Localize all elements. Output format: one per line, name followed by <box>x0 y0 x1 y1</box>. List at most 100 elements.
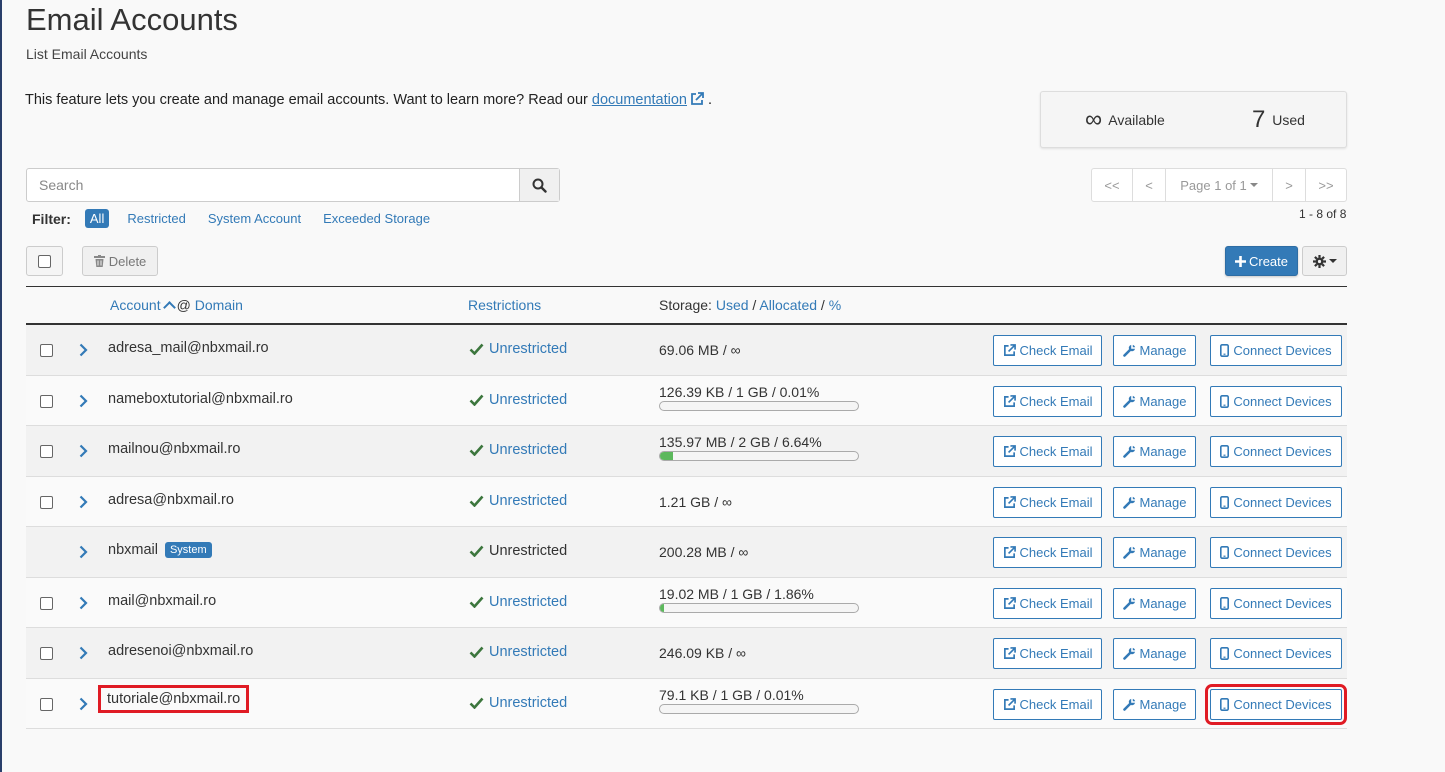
last-page-button[interactable]: >> <box>1306 169 1346 201</box>
sort-percent-link[interactable]: % <box>829 297 841 313</box>
check-email-button[interactable]: Check Email <box>993 638 1102 669</box>
connect-devices-button[interactable]: Connect Devices <box>1210 436 1342 467</box>
first-page-button[interactable]: << <box>1092 169 1133 201</box>
available-label: Available <box>1108 112 1165 128</box>
restriction-label: Unrestricted <box>489 543 568 559</box>
storage-progress-bar <box>659 451 859 461</box>
settings-dropdown-button[interactable] <box>1302 246 1347 276</box>
row-checkbox[interactable] <box>40 344 53 357</box>
chevron-right-icon[interactable] <box>79 495 88 509</box>
chevron-right-icon[interactable] <box>79 343 88 357</box>
chevron-right-icon[interactable] <box>79 394 88 408</box>
connect-devices-button[interactable]: Connect Devices <box>1210 385 1342 417</box>
sort-allocated-link[interactable]: Allocated <box>759 297 817 313</box>
restriction-status[interactable]: Unrestricted <box>469 644 567 660</box>
mobile-device-icon <box>1220 495 1230 509</box>
search-input[interactable] <box>27 169 519 201</box>
manage-button[interactable]: Manage <box>1113 587 1196 619</box>
connect-devices-button[interactable]: Connect Devices <box>1210 638 1342 669</box>
manage-label: Manage <box>1139 444 1187 459</box>
manage-label: Manage <box>1139 494 1187 510</box>
checkmark-icon <box>469 495 484 507</box>
delete-button[interactable]: Delete <box>82 246 158 276</box>
check-email-button[interactable]: Check Email <box>993 486 1102 518</box>
check-email-button[interactable]: Check Email <box>993 335 1102 366</box>
row-checkbox[interactable] <box>40 445 53 458</box>
row-checkbox[interactable] <box>40 394 53 408</box>
prev-page-button[interactable]: < <box>1133 169 1166 201</box>
page-select[interactable]: Page 1 of 1 <box>1166 169 1273 201</box>
page-title: Email Accounts <box>26 2 238 37</box>
chevron-right-icon[interactable] <box>79 444 88 458</box>
check-email-label: Check Email <box>1019 696 1093 712</box>
table-row: mailnou@nbxmail.ro Unrestricted 135.97 MB … <box>26 426 1347 477</box>
restriction-status[interactable]: Unrestricted <box>469 695 567 711</box>
sort-ascending-icon <box>162 301 176 314</box>
table-row: adresa@nbxmail.ro Unrestricted 1.21 GB / ∞… <box>26 476 1347 527</box>
documentation-link[interactable]: documentation <box>592 92 687 108</box>
connect-devices-button[interactable]: Connect Devices <box>1210 587 1342 619</box>
manage-button[interactable]: Manage <box>1113 385 1196 417</box>
check-email-button[interactable]: Check Email <box>993 688 1102 720</box>
check-email-button[interactable]: Check Email <box>993 537 1102 568</box>
storage-text: 200.28 MB / ∞ <box>659 544 749 560</box>
row-checkbox[interactable] <box>40 495 53 509</box>
storage-progress-bar <box>659 400 859 411</box>
check-email-button[interactable]: Check Email <box>993 385 1102 417</box>
available-stat: ∞ Available <box>1085 106 1165 134</box>
storage-header-label: Storage: <box>659 297 716 313</box>
account-name: mail@nbxmail.ro <box>108 593 216 609</box>
connect-devices-button[interactable]: Connect Devices <box>1205 683 1347 725</box>
chevron-right-icon[interactable] <box>79 545 88 559</box>
filter-all[interactable]: All <box>84 209 110 228</box>
restriction-status: Unrestricted <box>469 543 567 559</box>
row-checkbox[interactable] <box>40 697 53 711</box>
email-accounts-table: Account @ Domain Restrictions Storage: Us… <box>26 286 1347 729</box>
sort-restrictions-link[interactable]: Restrictions <box>468 297 541 313</box>
restriction-status[interactable]: Unrestricted <box>469 442 567 458</box>
connect-devices-button[interactable]: Connect Devices <box>1210 335 1342 366</box>
chevron-right-icon[interactable] <box>79 697 88 711</box>
filter-system-account[interactable]: System Account <box>208 211 301 226</box>
check-email-button[interactable]: Check Email <box>993 587 1102 619</box>
manage-button[interactable]: Manage <box>1113 486 1196 518</box>
storage-usage: 200.28 MB / ∞ <box>659 544 748 560</box>
manage-button[interactable]: Manage <box>1113 638 1196 669</box>
chevron-right-icon[interactable] <box>79 596 88 610</box>
checkmark-icon <box>469 343 484 355</box>
sort-domain-link[interactable]: Domain <box>195 297 243 313</box>
restriction-status[interactable]: Unrestricted <box>469 594 567 610</box>
connect-devices-label: Connect Devices <box>1233 393 1332 409</box>
row-checkbox[interactable] <box>40 596 53 610</box>
restriction-status[interactable]: Unrestricted <box>469 493 567 509</box>
manage-label: Manage <box>1139 343 1187 358</box>
chevron-right-icon[interactable] <box>79 646 88 660</box>
check-email-label: Check Email <box>1019 444 1093 459</box>
sort-account-link[interactable]: Account <box>110 297 161 313</box>
account-name: nbxmail System <box>108 542 212 558</box>
connect-devices-button[interactable]: Connect Devices <box>1210 486 1342 518</box>
restriction-status[interactable]: Unrestricted <box>469 392 567 408</box>
manage-button[interactable]: Manage <box>1113 688 1196 720</box>
create-button[interactable]: Create <box>1225 246 1298 276</box>
checkmark-icon <box>469 697 484 709</box>
manage-button[interactable]: Manage <box>1113 335 1196 366</box>
search-button[interactable] <box>519 169 559 201</box>
sort-used-link[interactable]: Used <box>716 297 749 313</box>
external-link-icon <box>1003 546 1016 558</box>
select-all-checkbox[interactable] <box>26 246 63 276</box>
mobile-device-icon <box>1220 546 1230 559</box>
external-link-icon[interactable] <box>690 92 704 106</box>
manage-button[interactable]: Manage <box>1113 436 1196 467</box>
filter-exceeded-storage[interactable]: Exceeded Storage <box>323 211 430 226</box>
restriction-label: Unrestricted <box>489 644 568 660</box>
storage-text: 246.09 KB / ∞ <box>659 645 747 661</box>
manage-button[interactable]: Manage <box>1113 537 1196 568</box>
filter-restricted[interactable]: Restricted <box>127 211 186 226</box>
connect-devices-button[interactable]: Connect Devices <box>1210 537 1342 568</box>
next-page-button[interactable]: > <box>1273 169 1306 201</box>
check-email-button[interactable]: Check Email <box>993 436 1102 467</box>
trash-icon <box>93 255 105 267</box>
restriction-status[interactable]: Unrestricted <box>469 341 567 357</box>
row-checkbox[interactable] <box>40 647 53 660</box>
